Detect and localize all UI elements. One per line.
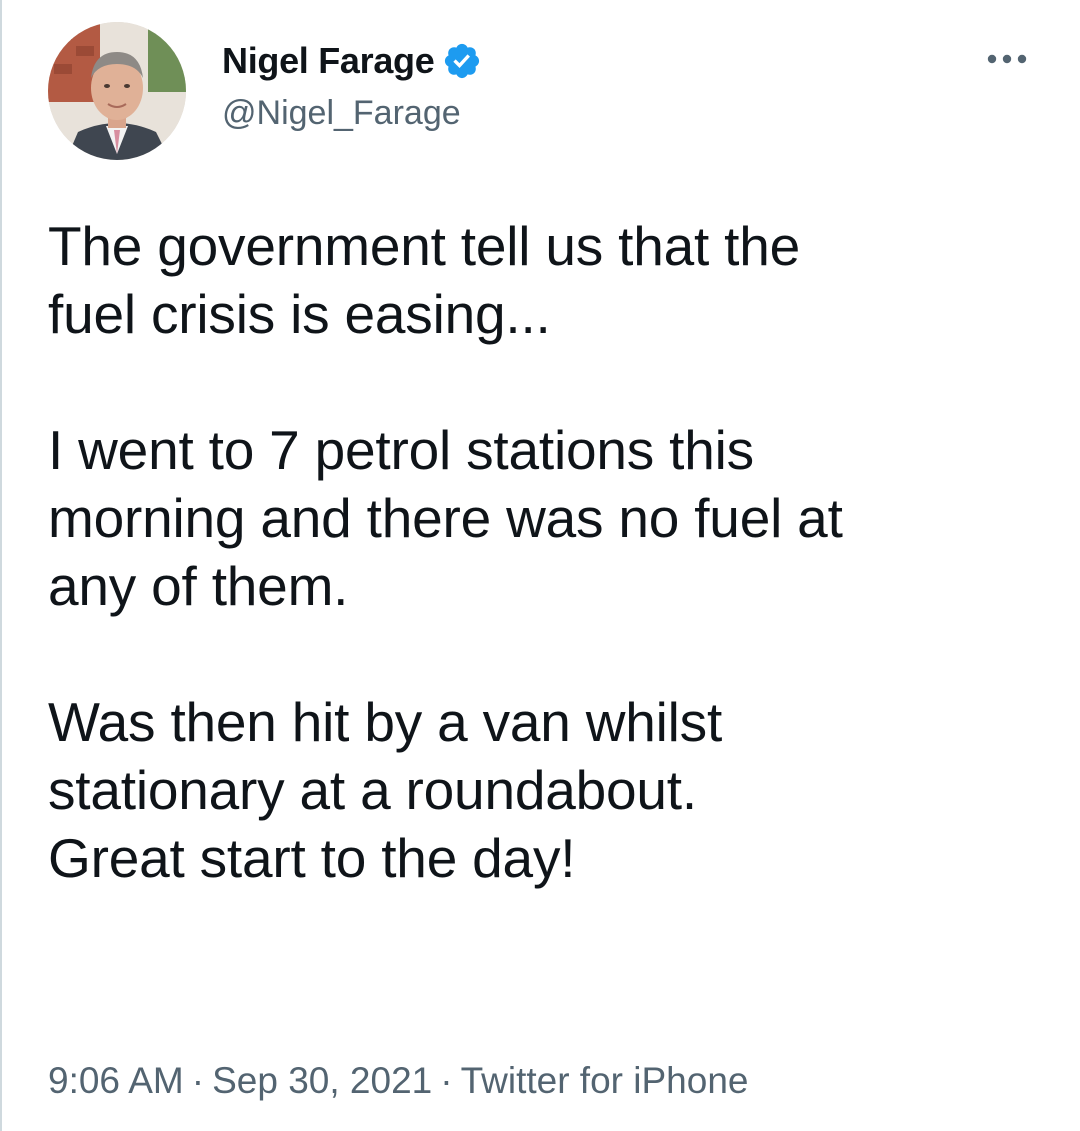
tweet-line: Great start to the day! (48, 827, 576, 889)
verified-badge-icon (442, 41, 482, 81)
tweet-date[interactable]: Sep 30, 2021 (212, 1060, 432, 1101)
tweet-paragraph: Was then hit by a van whilst stationary … (48, 688, 1048, 892)
tweet-line: Was then hit by a van whilst (48, 691, 723, 753)
more-options-button[interactable] (982, 44, 1032, 74)
meta-separator: · (440, 1060, 453, 1101)
tweet-meta: 9:06 AM · Sep 30, 2021 · Twitter for iPhone (48, 1060, 748, 1102)
tweet-line: I went to 7 petrol stations this (48, 419, 754, 481)
tweet-card: Nigel Farage @Nigel_Farage The governmen… (0, 0, 1080, 1131)
tweet-text: The government tell us that the fuel cri… (48, 212, 1048, 892)
tweet-paragraph: I went to 7 petrol stations this morning… (48, 416, 1048, 620)
tweet-paragraph: The government tell us that the fuel cri… (48, 212, 1048, 348)
more-options-icon (987, 54, 1027, 64)
tweet-line: The government tell us that the (48, 215, 801, 277)
tweet-line: morning and there was no fuel at (48, 487, 843, 549)
tweet-source[interactable]: Twitter for iPhone (461, 1060, 749, 1101)
tweet-time[interactable]: 9:06 AM (48, 1060, 184, 1101)
author-handle[interactable]: @Nigel_Farage (222, 94, 461, 133)
avatar[interactable] (48, 22, 186, 160)
author-name-row[interactable]: Nigel Farage (222, 36, 482, 86)
avatar-photo (48, 22, 186, 160)
author-display-name[interactable]: Nigel Farage (222, 40, 435, 82)
meta-separator: · (191, 1060, 205, 1101)
tweet-line: any of them. (48, 555, 349, 617)
tweet-line: stationary at a roundabout. (48, 759, 697, 821)
tweet-line: fuel crisis is easing... (48, 283, 551, 345)
